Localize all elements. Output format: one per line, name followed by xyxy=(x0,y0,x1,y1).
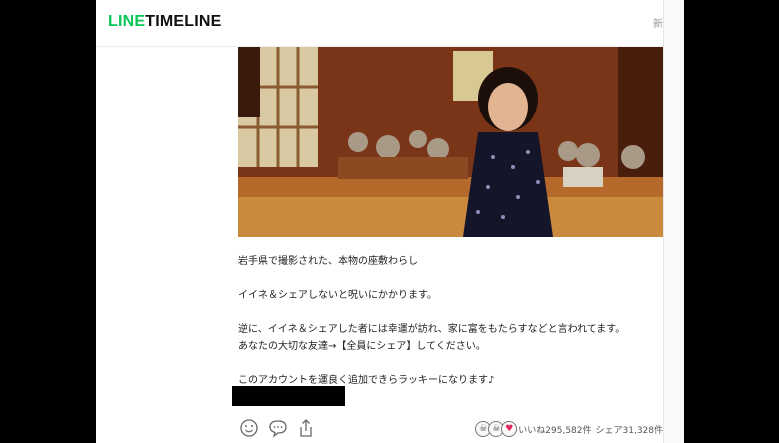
post-actions: ☠ ☠ ♥ いいね295,582件 シェア31,328件 xyxy=(238,417,663,439)
post-line-6: あなたの大切な友達→【全員にシェア】してください。 xyxy=(238,341,486,352)
post-line-gap xyxy=(238,270,668,287)
comment-icon[interactable] xyxy=(267,417,289,439)
line-timeline-logo[interactable]: LINETIMELINE xyxy=(108,13,222,31)
photo-of-girl-in-tatami-room xyxy=(238,47,663,237)
share-count[interactable]: シェア31,328件 xyxy=(596,423,664,436)
app-header: LINETIMELINE 新 xyxy=(96,0,663,47)
logo-timeline-text: TIMELINE xyxy=(145,13,222,30)
scrollbar[interactable] xyxy=(663,0,684,443)
heart-eyes-reaction-icon: ♥ xyxy=(501,421,518,437)
post-line-1: 岩手県で撮影された、本物の座敷わらし xyxy=(238,256,418,267)
like-count[interactable]: いいね295,582件 xyxy=(518,423,591,436)
header-right-text[interactable]: 新 xyxy=(653,15,663,30)
post-body: 岩手県で撮影された、本物の座敷わらし イイネ＆シェアしないと呪いにかかります。 … xyxy=(238,253,668,389)
timeline-page: LINETIMELINE 新 岩手県で撮影された、本物の座敷わらし イイネ＆シェ… xyxy=(96,0,684,443)
post-line-3: イイネ＆シェアしないと呪いにかかります。 xyxy=(238,290,437,301)
post-photo[interactable] xyxy=(238,47,663,237)
post-stats: ☠ ☠ ♥ いいね295,582件 シェア31,328件 xyxy=(475,421,663,437)
post-line-gap xyxy=(238,304,668,321)
logo-line-text: LINE xyxy=(108,13,146,30)
redaction-bar xyxy=(232,386,345,406)
reaction-icons[interactable]: ☠ ☠ ♥ xyxy=(475,421,518,437)
share-icon[interactable] xyxy=(295,417,317,439)
smile-icon[interactable] xyxy=(238,417,260,439)
post-line-5: 逆に、イイネ＆シェアした者には幸運が訪れ、家に富をもたらすなどと言われてます。 xyxy=(238,324,626,335)
post-line-gap xyxy=(238,355,668,372)
